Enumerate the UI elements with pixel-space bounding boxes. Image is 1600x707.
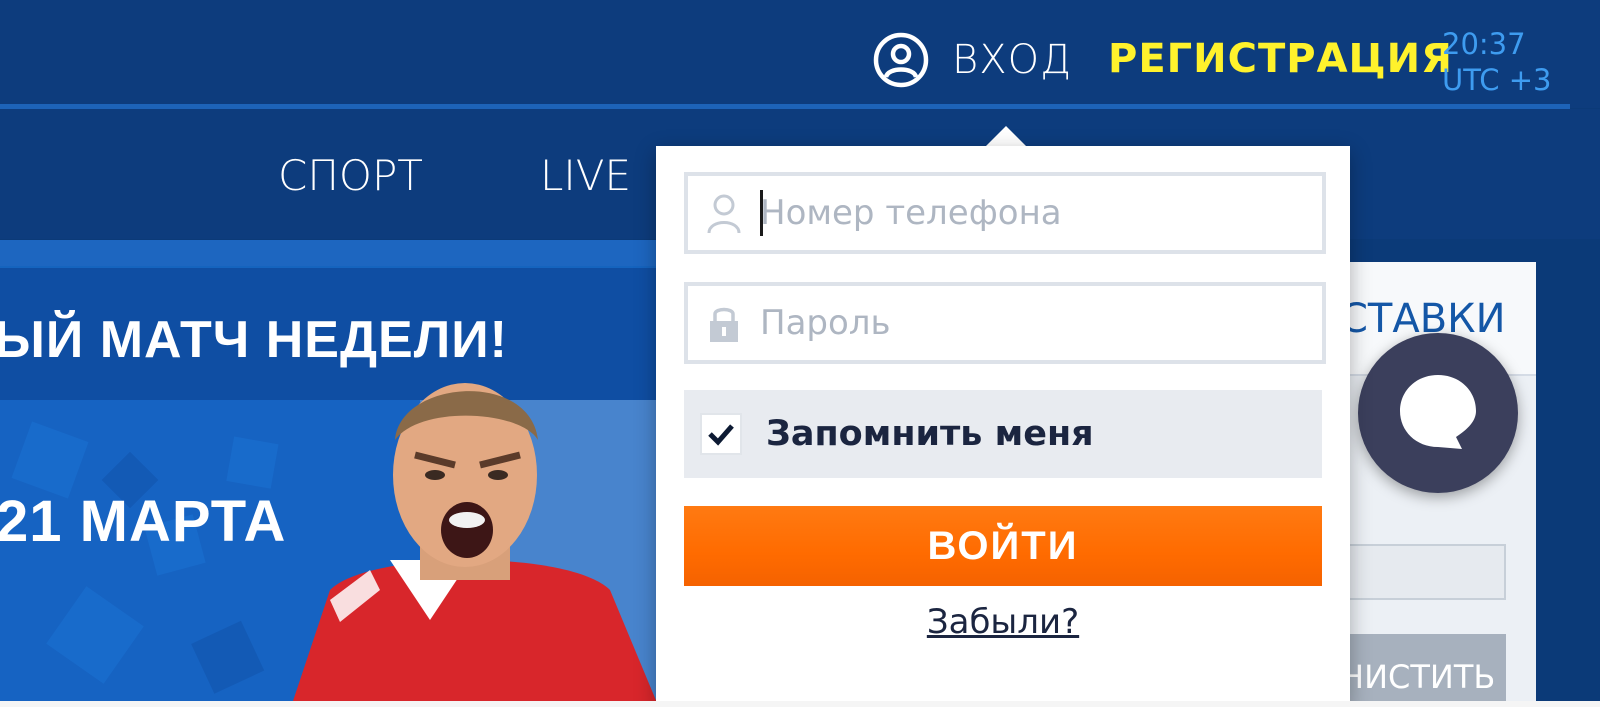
login-label: ВХОД <box>952 37 1073 83</box>
password-input[interactable] <box>760 303 1300 343</box>
nav-item-live[interactable]: LIVE <box>540 151 631 200</box>
remember-me-checkbox[interactable] <box>700 413 742 455</box>
user-icon <box>707 194 741 233</box>
football-player-image <box>291 383 659 707</box>
clock-timezone: UTC +3 <box>1442 63 1552 97</box>
dropdown-caret <box>986 126 1026 146</box>
banner-date: 21 МАРТА <box>0 489 287 554</box>
checkmark-icon <box>708 424 734 446</box>
chat-button[interactable] <box>1358 333 1518 493</box>
phone-input[interactable] <box>760 193 1300 233</box>
page-bottom-edge <box>0 701 1600 707</box>
register-link[interactable]: РЕГИСТРАЦИЯ <box>1108 36 1453 82</box>
text-cursor <box>760 190 763 236</box>
bets-amount-field[interactable] <box>1340 544 1506 600</box>
clock: 20:37 UTC +3 <box>1442 26 1551 98</box>
login-submit-button[interactable]: ВОЙТИ <box>684 506 1322 586</box>
login-link[interactable]: ВХОД <box>872 32 1072 88</box>
remember-me-label: Запомнить меня <box>766 414 1094 454</box>
nav-item-sport[interactable]: СПОРТ <box>278 151 423 200</box>
clock-time: 20:37 <box>1442 27 1526 61</box>
lock-icon <box>710 307 738 342</box>
chat-icon <box>1400 375 1476 449</box>
phone-field[interactable] <box>684 172 1326 254</box>
forgot-password-link[interactable]: Забыли? <box>656 602 1350 642</box>
clear-bets-label: НИСТИТЬ <box>1340 658 1496 696</box>
remember-me-row[interactable]: Запомнить меня <box>684 390 1322 478</box>
password-field[interactable] <box>684 282 1326 364</box>
login-dropdown: Запомнить меня ВОЙТИ Забыли? <box>656 146 1350 707</box>
top-bar: ВХОД РЕГИСТРАЦИЯ 20:37 UTC +3 <box>0 0 1600 109</box>
clear-bets-button[interactable]: НИСТИТЬ <box>1340 634 1506 707</box>
user-circle-icon <box>873 32 929 88</box>
